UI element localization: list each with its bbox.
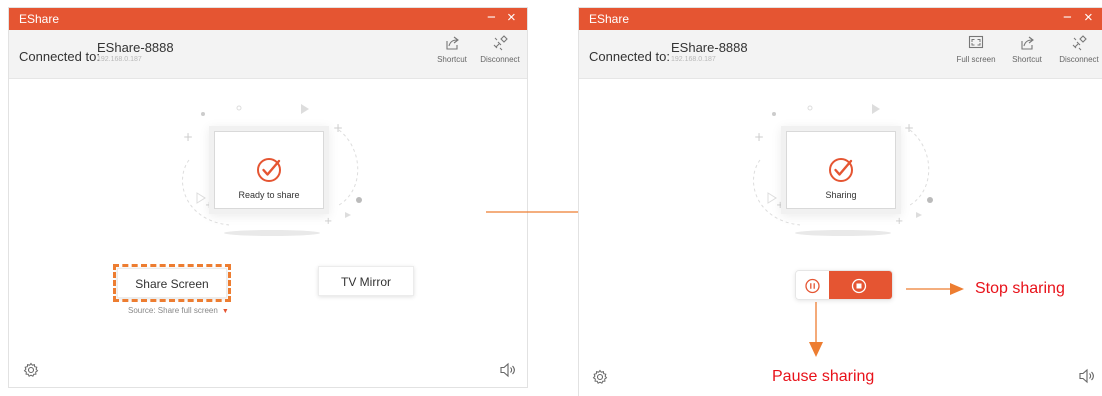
disconnect-button[interactable]: Disconnect (1051, 35, 1102, 64)
minimize-button[interactable]: − (1063, 9, 1072, 27)
close-button[interactable]: × (1084, 9, 1093, 27)
disconnect-label: Disconnect (480, 55, 520, 64)
dropdown-caret-icon: ▼ (221, 308, 229, 315)
share-button-highlight (113, 264, 231, 302)
svg-text:+: + (904, 121, 914, 135)
shortcut-button[interactable]: Shortcut (999, 35, 1055, 64)
volume-icon[interactable] (499, 362, 517, 378)
svg-text:+: + (754, 130, 764, 144)
stop-sharing-annotation: Stop sharing (975, 280, 1065, 297)
settings-gear-icon[interactable] (23, 362, 39, 378)
device-name: EShare-8888 (671, 40, 748, 55)
title-bar: EShare − × (579, 8, 1102, 30)
volume-icon[interactable] (1078, 368, 1096, 384)
minimize-button[interactable]: − (487, 9, 496, 27)
window-title: EShare (19, 12, 60, 26)
device-ip: 192.168.0.187 (97, 56, 142, 63)
eshare-window-ready: EShare − × Connected to: EShare-8888 192… (8, 7, 528, 388)
status-text: Sharing (825, 190, 857, 200)
stop-annotation-arrow (906, 283, 964, 295)
shortcut-icon (446, 36, 459, 50)
svg-text:+: + (183, 130, 193, 144)
settings-gear-icon[interactable] (592, 369, 608, 385)
status-text: Ready to share (238, 190, 300, 200)
connected-label: Connected to: (19, 49, 100, 64)
shortcut-icon (1021, 36, 1034, 50)
svg-text:+: + (776, 200, 784, 211)
disconnect-button[interactable]: Disconnect (472, 35, 527, 64)
source-text: Source: Share full screen (128, 306, 218, 315)
check-icon (829, 158, 853, 182)
tv-mirror-button[interactable]: TV Mirror (318, 266, 414, 296)
pause-annotation-arrow (809, 302, 823, 357)
pause-icon (805, 278, 820, 294)
disconnect-icon (1072, 35, 1087, 51)
device-name: EShare-8888 (97, 40, 174, 55)
svg-text:+: + (205, 200, 213, 211)
monitor-illustration: Sharing (786, 131, 896, 209)
connection-bar: Connected to: EShare-8888 192.168.0.187 … (9, 30, 527, 79)
disconnect-label: Disconnect (1059, 55, 1099, 64)
full-screen-icon (968, 35, 984, 49)
full-screen-label: Full screen (956, 55, 996, 64)
stop-button[interactable] (829, 271, 892, 299)
device-ip: 192.168.0.187 (671, 56, 716, 63)
svg-text:+: + (333, 121, 343, 135)
eshare-window-sharing: EShare − × Connected to: EShare-8888 192… (578, 7, 1102, 396)
title-bar: EShare − × (9, 8, 527, 30)
svg-text:+: + (895, 216, 903, 227)
shortcut-label: Shortcut (1012, 55, 1042, 64)
pause-button[interactable] (796, 271, 829, 299)
window-title: EShare (589, 12, 630, 26)
sharing-controls (795, 270, 893, 300)
check-icon (257, 158, 281, 182)
svg-text:+: + (324, 216, 332, 227)
source-select[interactable]: Source: Share full screen ▼ (128, 306, 229, 315)
monitor-illustration: Ready to share (214, 131, 324, 209)
close-button[interactable]: × (507, 9, 516, 27)
pause-sharing-annotation: Pause sharing (772, 368, 875, 385)
stop-icon (851, 278, 867, 294)
disconnect-icon (493, 35, 508, 51)
full-screen-button[interactable]: Full screen (948, 35, 1004, 64)
connection-bar: Connected to: EShare-8888 192.168.0.187 … (579, 30, 1102, 79)
connected-label: Connected to: (589, 49, 670, 64)
